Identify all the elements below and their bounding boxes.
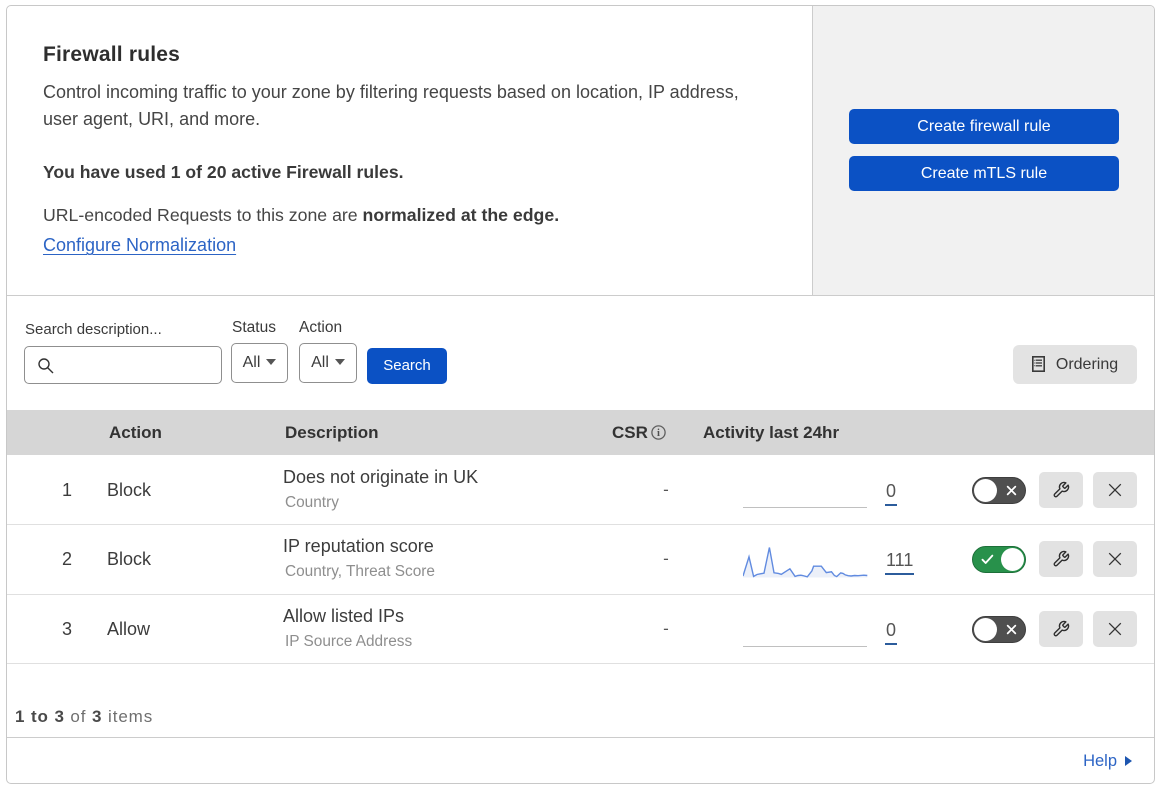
- svg-text:i: i: [657, 428, 660, 439]
